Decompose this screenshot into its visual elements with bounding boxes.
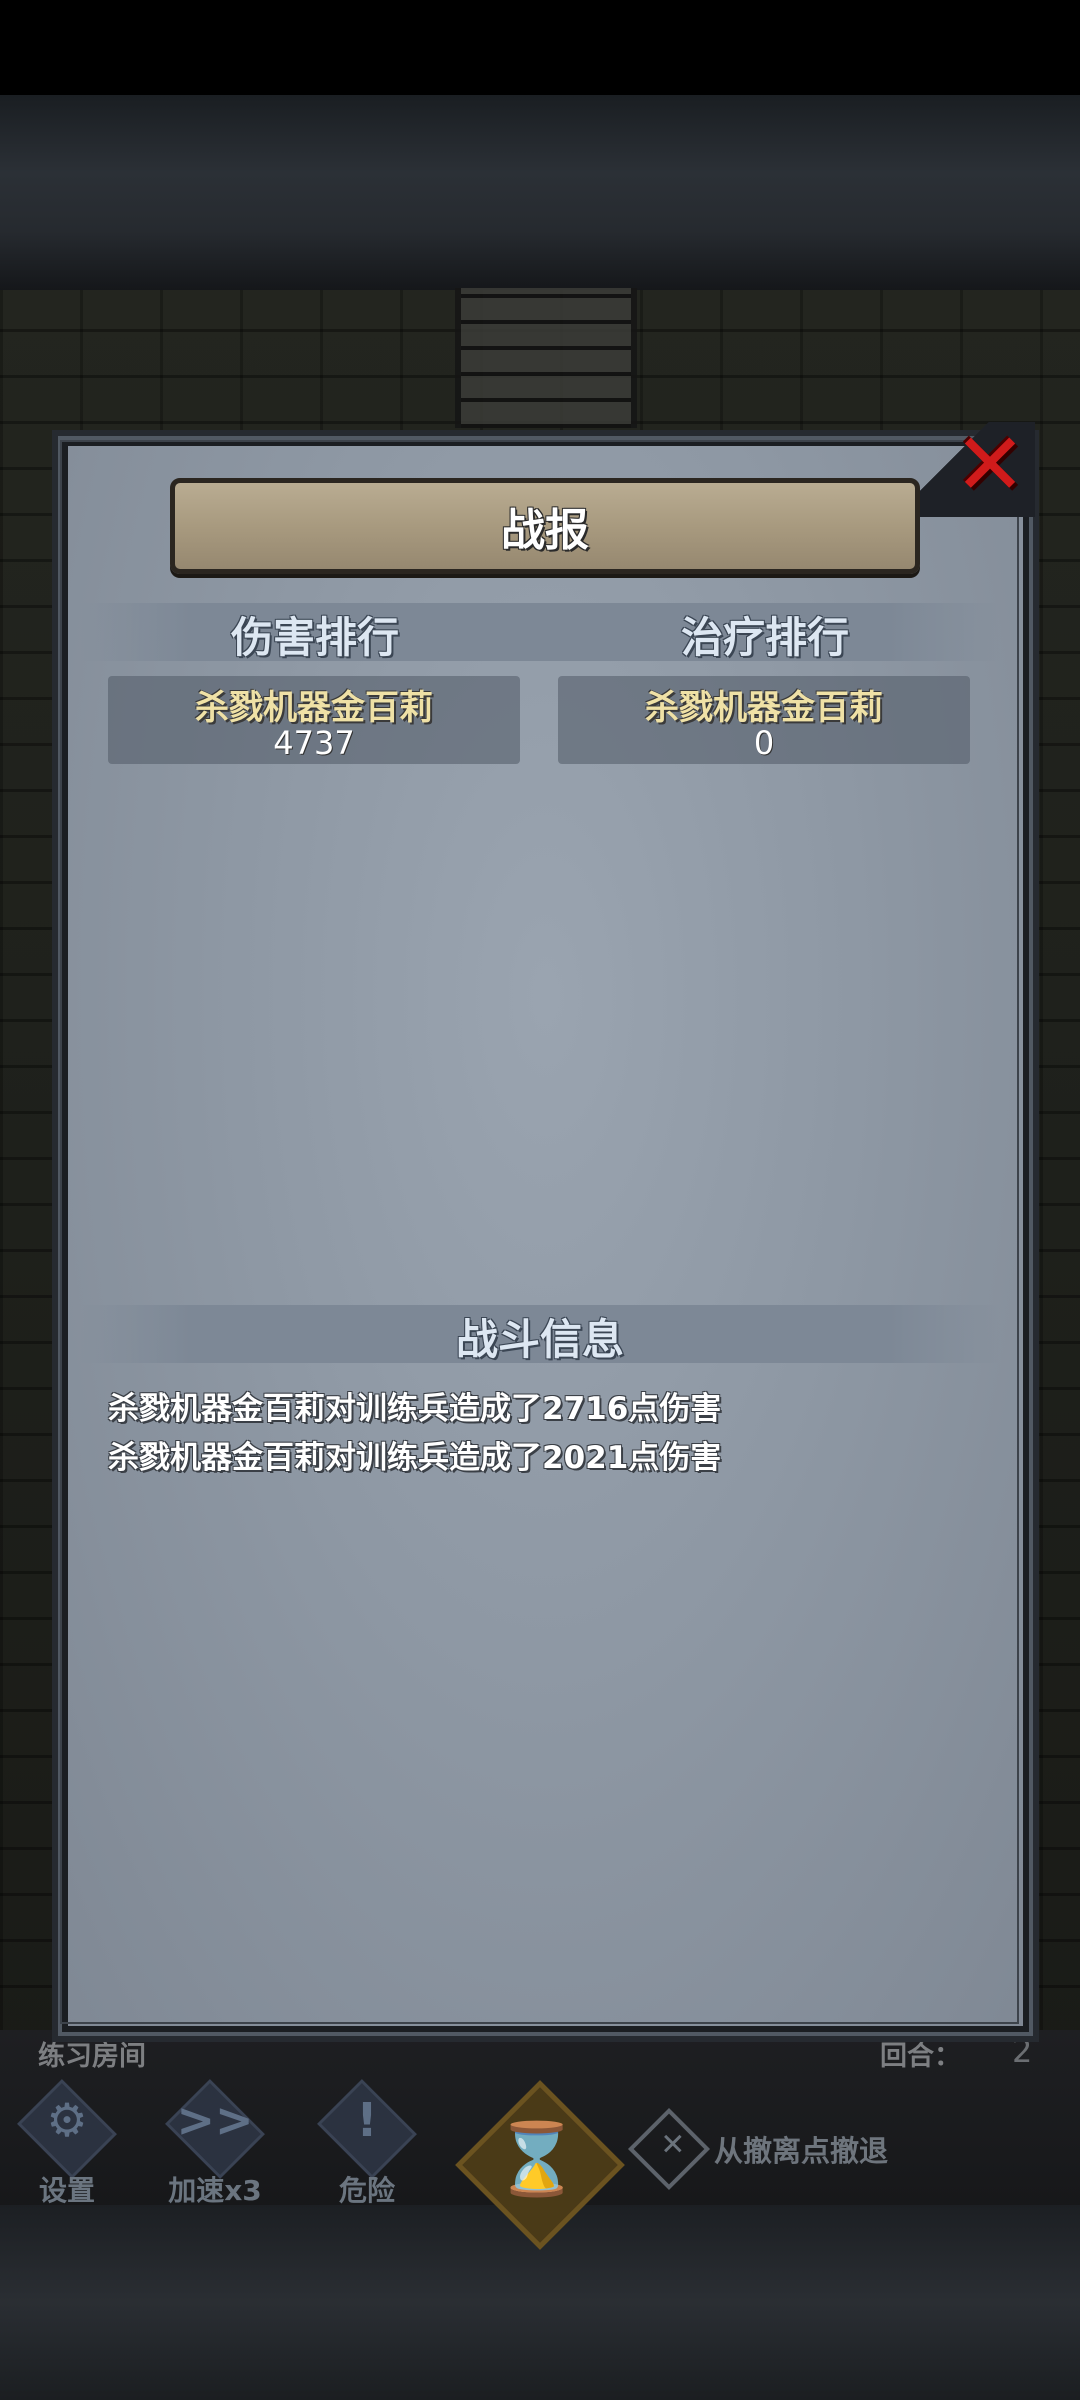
damage-entry-name: 杀戮机器金百莉 bbox=[195, 688, 433, 728]
end-turn-hourglass-button[interactable]: ⌛ bbox=[455, 2080, 625, 2250]
hourglass-icon: ⌛ bbox=[493, 2118, 581, 2200]
close-button[interactable]: ✕ bbox=[950, 422, 1030, 508]
battle-log-line: 杀戮机器金百莉对训练兵造成了2021点伤害 bbox=[108, 1440, 722, 1476]
settings-button[interactable]: ⚙ 设置 bbox=[2, 2079, 132, 2207]
speed-button[interactable]: >> 加速x3 bbox=[150, 2079, 280, 2207]
settings-label: 设置 bbox=[38, 2174, 95, 2207]
danger-button[interactable]: ! 危险 bbox=[302, 2079, 432, 2207]
game-screen: 练习房间 回合： 2 ⚙ 设置 >> 加速x3 ! 危险 ⌛ ✕ 从撤离点撤退 … bbox=[0, 0, 1080, 2400]
fast-forward-icon: >> bbox=[176, 2093, 254, 2147]
crossed-swords-icon: ✕ bbox=[660, 2127, 686, 2163]
gear-icon: ⚙ bbox=[46, 2093, 88, 2147]
speed-label: 加速x3 bbox=[168, 2174, 262, 2207]
battle-log-line: 杀戮机器金百莉对训练兵造成了2716点伤害 bbox=[108, 1391, 722, 1427]
damage-entry-value: 4737 bbox=[273, 724, 355, 762]
battle-report-dialog bbox=[52, 430, 1039, 2042]
healing-ranking-title: 治疗排行 bbox=[680, 613, 849, 662]
danger-label: 危险 bbox=[338, 2174, 395, 2207]
background-tower bbox=[455, 288, 637, 428]
exclamation-icon: ! bbox=[356, 2093, 378, 2147]
healing-entry-name: 杀戮机器金百莉 bbox=[645, 688, 883, 728]
healing-entry-value: 0 bbox=[753, 724, 775, 762]
retreat-button-label[interactable]: 从撤离点撤退 bbox=[714, 2128, 888, 2170]
background-fog-top bbox=[0, 95, 1080, 290]
battle-info-title: 战斗信息 bbox=[455, 1315, 624, 1364]
dialog-title: 战报 bbox=[501, 505, 589, 556]
damage-ranking-title: 伤害排行 bbox=[230, 613, 399, 662]
